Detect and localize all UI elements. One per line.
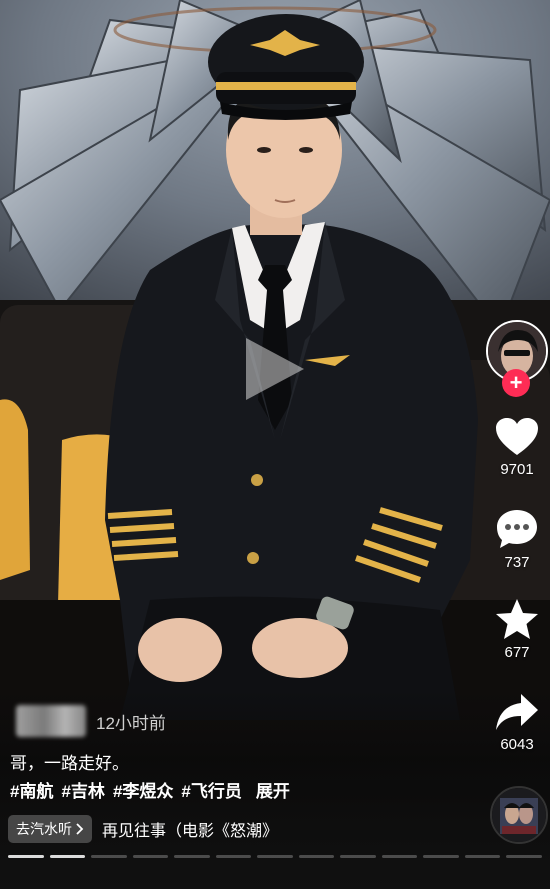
- progress-segment: [257, 855, 293, 858]
- hashtag-link[interactable]: #吉林: [61, 777, 104, 802]
- like-count: 9701: [500, 461, 534, 478]
- comment-button[interactable]: 737: [482, 508, 550, 571]
- favorite-count: 677: [504, 644, 530, 661]
- progress-segment: [423, 855, 459, 858]
- chevron-right-icon: [76, 823, 84, 835]
- comment-icon: [497, 510, 537, 548]
- hashtag-link[interactable]: #飞行员: [181, 777, 241, 802]
- progress-segment: [464, 855, 501, 858]
- listen-in-app-chip[interactable]: 去汽水听: [8, 815, 92, 843]
- expand-button[interactable]: 展开: [256, 777, 290, 802]
- plus-icon: +: [509, 370, 523, 395]
- hashtag-row: #南航 #吉林 #李煜众 #飞行员 展开: [10, 777, 290, 802]
- progress-segment: [381, 855, 418, 858]
- comment-count: 737: [504, 554, 530, 571]
- music-title[interactable]: 再见往事（电影《怒潮》: [102, 817, 278, 841]
- post-timestamp: 12小时前: [96, 713, 166, 733]
- follow-button[interactable]: +: [502, 369, 530, 397]
- hashtag-link[interactable]: #南航: [10, 777, 53, 802]
- star-icon: [496, 599, 538, 639]
- play-icon: [246, 338, 304, 400]
- progress-segment: [215, 855, 252, 858]
- progress-segment: [174, 855, 210, 858]
- progress-segment: [49, 855, 86, 858]
- progress-segment: [8, 855, 44, 858]
- progress-segment: [506, 855, 542, 858]
- progress-segments[interactable]: [8, 855, 542, 858]
- listen-label: 去汽水听: [16, 821, 72, 837]
- music-row: 去汽水听 再见往事（电影《怒潮》: [8, 815, 278, 843]
- hashtag-link[interactable]: #李煜众: [113, 777, 173, 802]
- share-icon: [496, 694, 538, 730]
- share-count: 6043: [500, 736, 534, 753]
- like-button[interactable]: 9701: [482, 417, 550, 478]
- progress-segment: [340, 855, 376, 858]
- music-disc-icon: [492, 788, 546, 842]
- favorite-button[interactable]: 677: [482, 598, 550, 661]
- author-name-blurred[interactable]: [16, 705, 86, 737]
- progress-segment: [298, 855, 335, 858]
- music-disc-button[interactable]: [490, 786, 548, 844]
- share-button[interactable]: 6043: [482, 692, 550, 753]
- caption-text: 哥，一路走好。: [10, 754, 129, 773]
- progress-segment: [91, 855, 127, 858]
- author-row[interactable]: 12小时前: [16, 704, 166, 738]
- progress-segment: [132, 855, 169, 858]
- play-button[interactable]: [238, 334, 308, 404]
- heart-icon: [496, 418, 538, 455]
